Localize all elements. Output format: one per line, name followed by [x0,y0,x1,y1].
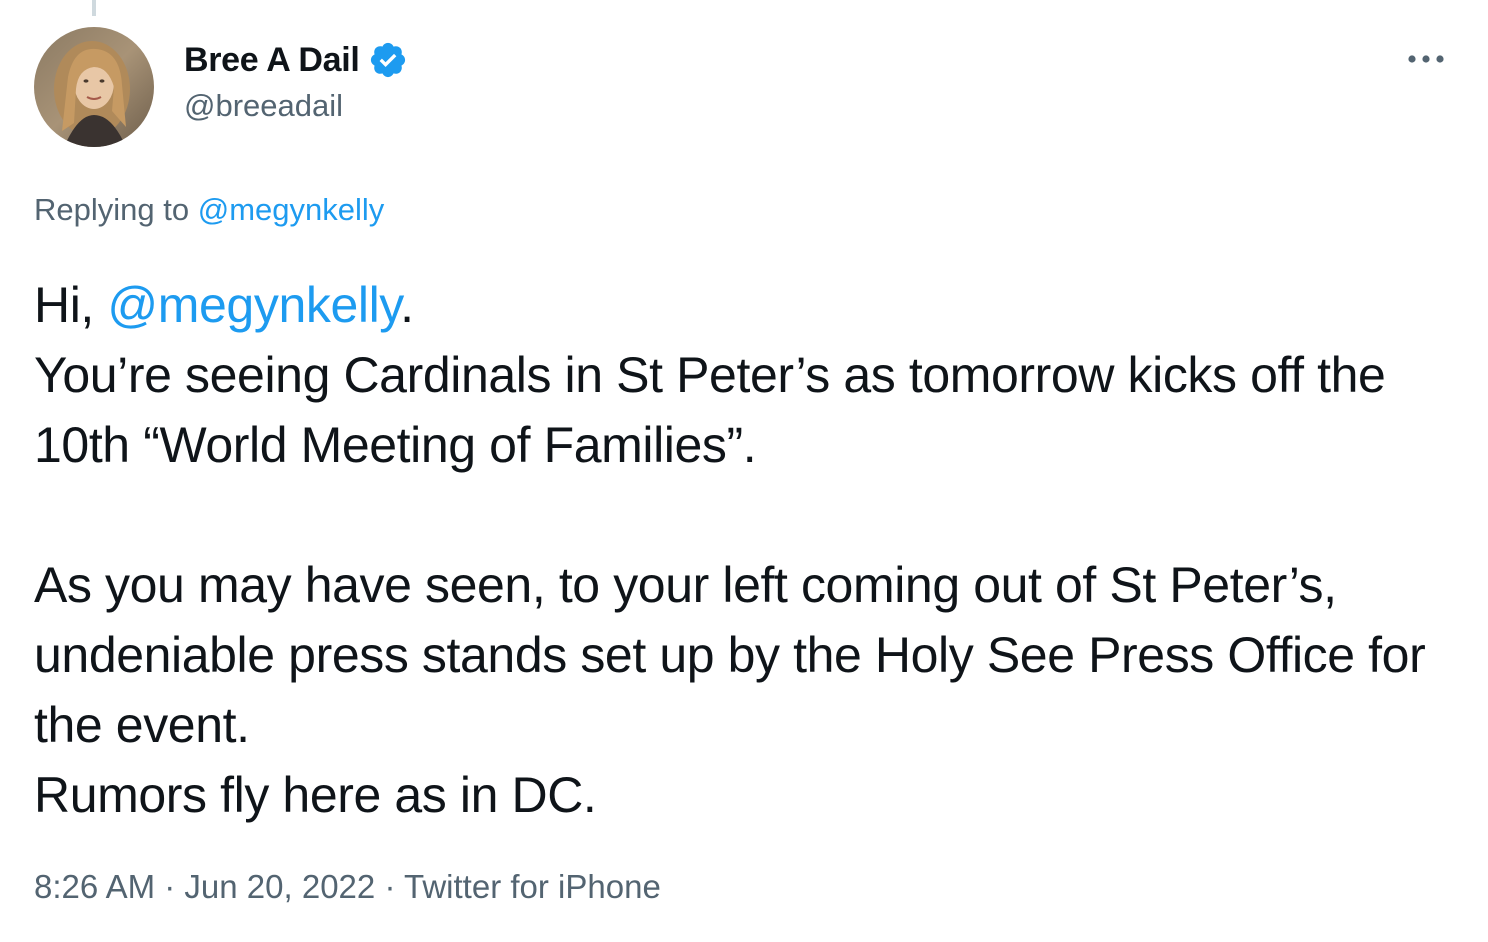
tweet-text-line-greeting: Hi, @megynkelly. [34,270,1454,340]
tweet-text-paragraph-2: As you may have seen, to your left comin… [34,557,1426,753]
tweet-text-paragraph-1: You’re seeing Cardinals in St Peter’s as… [34,347,1386,473]
replying-to-label: Replying to [34,192,190,227]
avatar-image [34,27,154,147]
replying-to-line: Replying to @megynkelly [34,192,384,228]
tweet-text: Hi, @megynkelly. You’re seeing Cardinals… [34,270,1454,830]
body-mention-link[interactable]: @megynkelly [107,277,400,333]
tweet-text-paragraph-3: Rumors fly here as in DC. [34,767,597,823]
more-options-icon[interactable] [1404,44,1448,74]
meta-separator: · [384,868,396,905]
greeting-punctuation: . [400,277,414,333]
author-display-name[interactable]: Bree A Dail [184,41,360,80]
tweet-time-link[interactable]: 8:26 AM [34,868,155,905]
tweet-source-link[interactable]: Twitter for iPhone [404,868,661,905]
thread-connector-line [92,0,96,16]
greeting-text: Hi, [34,277,94,333]
tweet-metadata: 8:26 AM · Jun 20, 2022 · Twitter for iPh… [34,868,661,906]
author-name-row: Bree A Dail [184,38,408,82]
verified-badge-icon [368,40,408,80]
tweet-author: Bree A Dail @breeadail [184,38,408,124]
avatar[interactable] [34,27,154,147]
tweet-date-link[interactable]: Jun 20, 2022 [184,868,375,905]
replying-to-mention-link[interactable]: @megynkelly [198,192,385,227]
author-handle[interactable]: @breeadail [184,88,408,124]
meta-separator: · [164,868,176,905]
